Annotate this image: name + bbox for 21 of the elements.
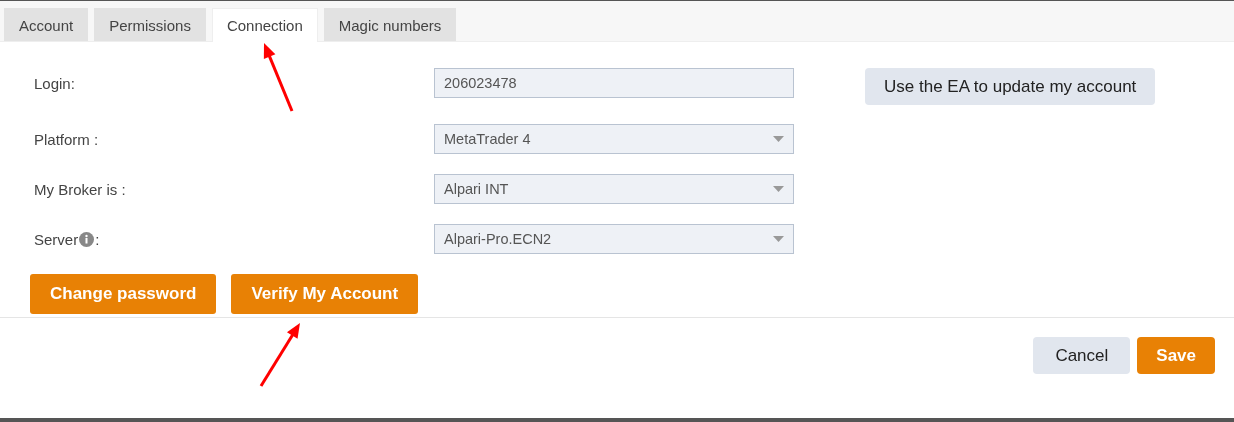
select-field[interactable]: Alpari-Pro.ECN2: [434, 224, 794, 254]
cancel-button[interactable]: Cancel: [1033, 337, 1131, 374]
field-label: Login:: [34, 74, 75, 92]
caret-icon: [773, 136, 784, 142]
tab[interactable]: Connection: [211, 8, 318, 42]
annotation-arrow: [263, 43, 294, 112]
field-label: My Broker is :: [34, 180, 126, 198]
tab[interactable]: Account: [4, 8, 89, 41]
caret-icon: [773, 236, 784, 242]
field-label: :: [95, 230, 100, 248]
select-field[interactable]: MetaTrader 4: [434, 124, 794, 154]
caret-icon: [773, 186, 784, 192]
field-label: Platform :: [34, 130, 99, 148]
input-field[interactable]: 206023478: [434, 68, 794, 98]
tab[interactable]: Permissions: [94, 8, 206, 41]
info-icon: [79, 231, 95, 247]
tab[interactable]: Magic numbers: [323, 8, 457, 41]
update-account-button[interactable]: Use the EA to update my account: [865, 68, 1156, 105]
field-label: Server: [34, 230, 79, 248]
select-field[interactable]: Alpari INT: [434, 174, 794, 204]
annotation-arrow: [259, 323, 300, 387]
